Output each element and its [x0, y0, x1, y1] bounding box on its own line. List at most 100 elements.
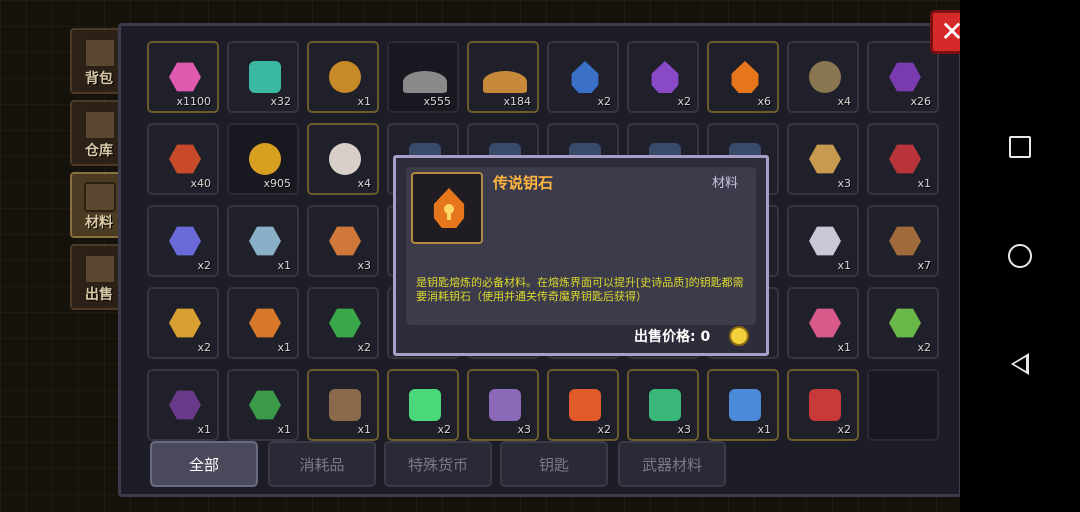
item-slot[interactable]: x1: [787, 205, 859, 277]
tab-icon: [84, 182, 116, 212]
item-slot[interactable]: x1: [867, 123, 939, 195]
empty-item-slot[interactable]: [867, 369, 939, 441]
home-icon: [1008, 244, 1032, 268]
filter-tab[interactable]: 消耗品: [268, 441, 376, 487]
item-quantity: x3: [837, 177, 851, 190]
item-quantity: x2: [917, 341, 931, 354]
boomerang-icon: [809, 226, 841, 256]
pickaxe-icon: [489, 389, 521, 421]
orange-key-stone-icon: [731, 61, 759, 93]
item-quantity: x2: [837, 423, 851, 436]
pink-gem-icon: [169, 62, 201, 92]
item-slot[interactable]: x1: [147, 369, 219, 441]
orange-flower-icon: [569, 389, 601, 421]
filter-tab[interactable]: 全部: [150, 441, 258, 487]
system-navigation-bar: [960, 0, 1080, 512]
item-slot[interactable]: x2: [147, 287, 219, 359]
purple-box-icon: [889, 62, 921, 92]
tab-icon: [84, 254, 116, 284]
item-quantity: x3: [517, 423, 531, 436]
item-quantity: x2: [197, 341, 211, 354]
item-quantity: x2: [197, 259, 211, 272]
item-slot[interactable]: x1: [307, 41, 379, 113]
red-quill-icon: [889, 144, 921, 174]
crossed-sticks-icon: [329, 389, 361, 421]
item-quantity: x1: [277, 259, 291, 272]
sell-price: 出售价格: 0: [634, 329, 711, 345]
item-quantity: x3: [357, 259, 371, 272]
item-slot[interactable]: x40: [147, 123, 219, 195]
item-slot[interactable]: x1: [307, 369, 379, 441]
purple-claw-icon: [169, 390, 201, 420]
home-button[interactable]: [960, 226, 1080, 286]
item-slot[interactable]: x3: [467, 369, 539, 441]
item-slot[interactable]: x1100: [147, 41, 219, 113]
green-crystal-icon: [409, 389, 441, 421]
back-button[interactable]: [960, 334, 1080, 394]
purple-key-stone-icon: [651, 61, 679, 93]
item-quantity: x1: [357, 423, 371, 436]
gold-ore-pile-icon: [483, 71, 527, 93]
item-slot[interactable]: x6: [707, 41, 779, 113]
item-slot[interactable]: x2: [147, 205, 219, 277]
item-quantity: x32: [270, 95, 291, 108]
item-quantity: x2: [677, 95, 691, 108]
keyhole-slot: [447, 212, 451, 220]
green-plant-icon: [249, 390, 281, 420]
item-quantity: x2: [597, 95, 611, 108]
item-quantity: x6: [757, 95, 771, 108]
item-slot[interactable]: x905: [227, 123, 299, 195]
recent-apps-button[interactable]: [960, 117, 1080, 177]
item-slot[interactable]: x1: [787, 287, 859, 359]
filter-tab[interactable]: 特殊货币: [384, 441, 492, 487]
item-quantity: x1: [197, 423, 211, 436]
item-slot[interactable]: x555: [387, 41, 459, 113]
blue-cloak-icon: [729, 389, 761, 421]
item-slot[interactable]: x2: [787, 369, 859, 441]
item-quantity: x2: [597, 423, 611, 436]
filter-tab[interactable]: 钥匙: [500, 441, 608, 487]
item-slot[interactable]: x3: [787, 123, 859, 195]
gold-medal-ribbon-icon: [249, 143, 281, 175]
item-slot[interactable]: x2: [307, 287, 379, 359]
blue-key-stone-icon: [571, 61, 599, 93]
item-slot[interactable]: x32: [227, 41, 299, 113]
red-flower-icon: [809, 389, 841, 421]
item-slot[interactable]: x184: [467, 41, 539, 113]
purple-wrench-icon: [169, 308, 201, 338]
item-quantity: x7: [917, 259, 931, 272]
item-slot[interactable]: x1: [227, 369, 299, 441]
skull-potion-icon: [329, 143, 361, 175]
item-type: 材料: [711, 176, 738, 191]
item-quantity: x26: [910, 95, 931, 108]
item-slot[interactable]: x1: [707, 369, 779, 441]
item-quantity: x1100: [176, 95, 211, 108]
item-quantity: x555: [423, 95, 451, 108]
item-slot[interactable]: x3: [307, 205, 379, 277]
item-slot[interactable]: x1: [227, 205, 299, 277]
blue-vial-icon: [169, 226, 201, 256]
bronze-medal-icon: [809, 61, 841, 93]
steel-coil-icon: [249, 226, 281, 256]
green-sock-icon: [649, 389, 681, 421]
item-slot[interactable]: x2: [547, 369, 619, 441]
item-slot[interactable]: x7: [867, 205, 939, 277]
item-slot[interactable]: x2: [627, 41, 699, 113]
green-orb-icon: [329, 308, 361, 338]
item-quantity: x4: [837, 95, 851, 108]
brown-stick-icon: [889, 226, 921, 256]
item-slot[interactable]: x2: [387, 369, 459, 441]
item-quantity: x184: [503, 95, 531, 108]
tab-icon: [84, 38, 116, 68]
teal-chip-icon: [249, 61, 281, 93]
item-slot[interactable]: x26: [867, 41, 939, 113]
item-slot[interactable]: x1: [227, 287, 299, 359]
item-slot[interactable]: x2: [547, 41, 619, 113]
item-slot[interactable]: x4: [307, 123, 379, 195]
item-quantity: x1: [837, 341, 851, 354]
filter-tab[interactable]: 武器材料: [618, 441, 726, 487]
item-slot[interactable]: x4: [787, 41, 859, 113]
item-slot[interactable]: x3: [627, 369, 699, 441]
brass-key-icon: [809, 144, 841, 174]
item-slot[interactable]: x2: [867, 287, 939, 359]
